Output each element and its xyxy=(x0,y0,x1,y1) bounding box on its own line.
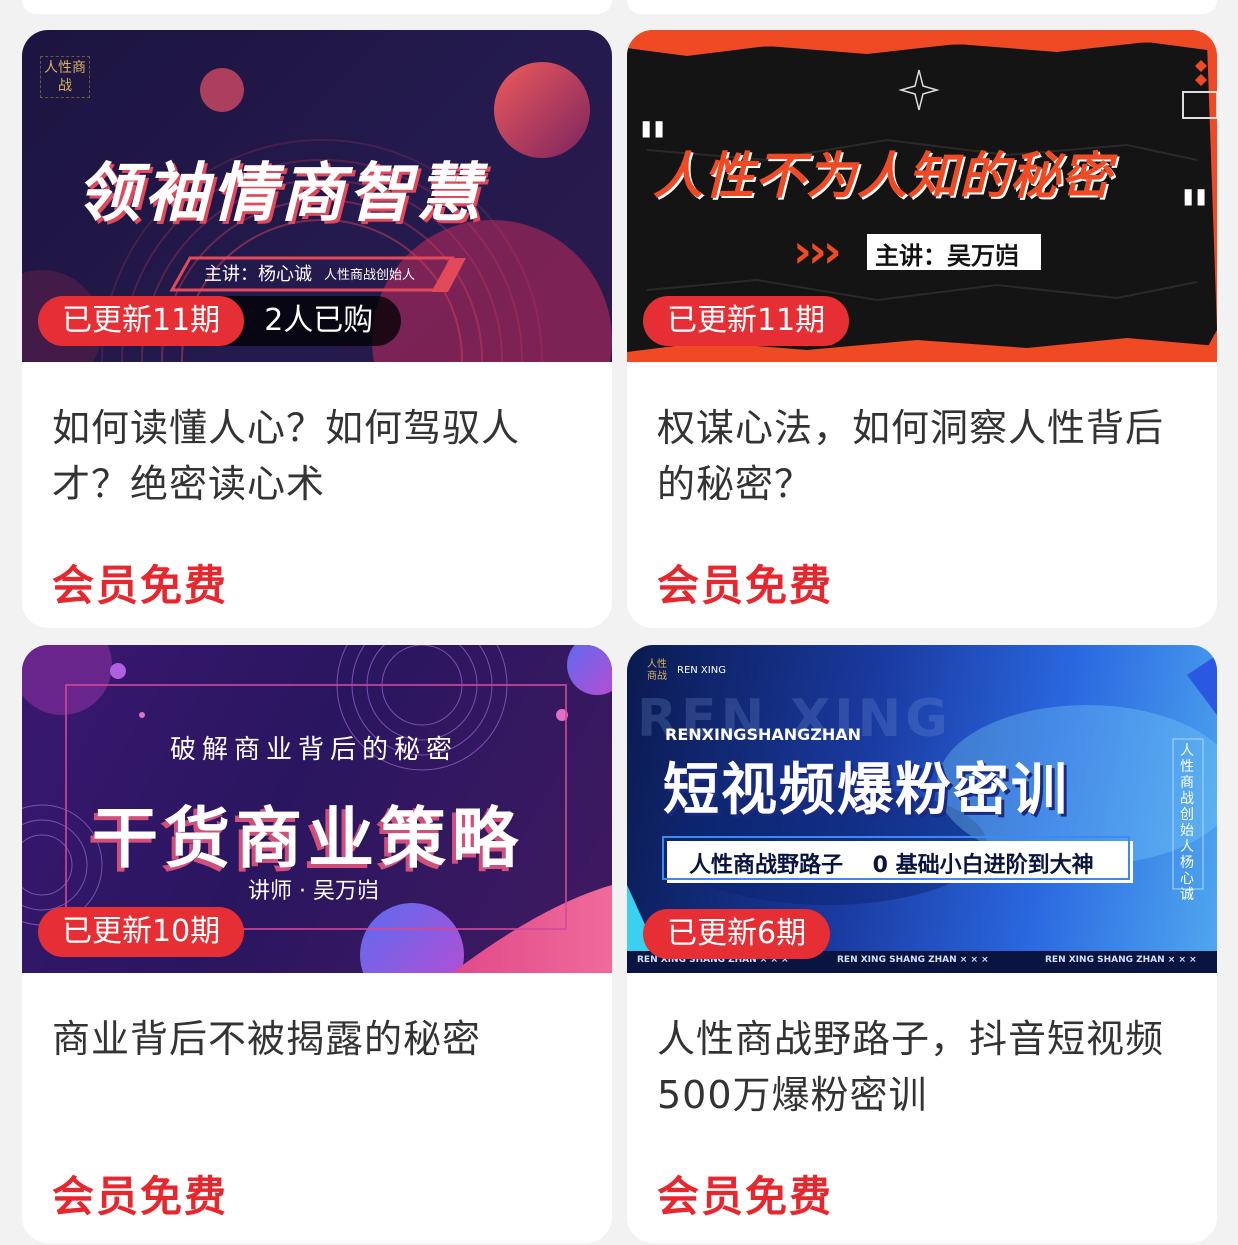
course-title[interactable]: 如何读懂人心？如何驾驭人才？绝密读心术 xyxy=(52,400,582,512)
previous-card-right-edge xyxy=(627,0,1217,14)
course-card[interactable]: 破解商业背后的秘密 干货商业策略 讲师 · 吴万岿 已更新10期 商业背后不被揭… xyxy=(22,645,612,1243)
course-thumbnail[interactable]: 人性商战 REN XING REN XING RENXINGSHANGZHAN … xyxy=(627,645,1217,973)
banner-headline: 短视频爆粉密训 xyxy=(663,758,1069,823)
update-count-badge: 已更新6期 xyxy=(643,909,831,959)
course-price: 会员免费 xyxy=(657,1172,834,1221)
badge-group: 已更新10期 xyxy=(38,907,245,957)
banner-host: 讲师 · 吴万岿 xyxy=(248,879,379,904)
banner-host-subtitle: 人性商战创始人 xyxy=(324,268,416,283)
banner-logo: 人性商战 xyxy=(647,659,667,682)
course-thumbnail[interactable]: 人性商战 领袖情商智慧 主讲：杨心诚 人性商战创始人 已更新11期 2人已购 xyxy=(22,30,612,362)
banner-pinyin: RENXINGSHANGZHAN xyxy=(665,725,862,744)
banner-headline: 干货商业策略 xyxy=(92,800,524,877)
course-title[interactable]: 人性商战野路子，抖音短视频500万爆粉密训 xyxy=(657,1011,1187,1123)
course-card[interactable]: " 人性不为人知的秘密 " ››› 主讲：吴万岿 已更新11期 权谋心法，如何洞… xyxy=(627,30,1217,628)
banner-host: 主讲：杨心诚 xyxy=(204,264,312,285)
chevron-icon: ››› xyxy=(793,224,842,278)
badge-group: 已更新6期 xyxy=(643,909,831,959)
banner-headline: 领袖情商智慧 xyxy=(76,157,484,231)
course-thumbnail[interactable]: " 人性不为人知的秘密 " ››› 主讲：吴万岿 已更新11期 xyxy=(627,30,1217,362)
course-card[interactable]: 人性商战 领袖情商智慧 主讲：杨心诚 人性商战创始人 已更新11期 2人已购 如… xyxy=(22,30,612,628)
banner-footer-3: REN XING SHANG ZHAN × × × xyxy=(1045,955,1197,965)
course-thumbnail[interactable]: 破解商业背后的秘密 干货商业策略 讲师 · 吴万岿 已更新10期 xyxy=(22,645,612,973)
update-count-badge: 已更新11期 xyxy=(643,296,850,346)
banner-quote-close: " xyxy=(1179,178,1211,248)
banner-footer-2: REN XING SHANG ZHAN × × × xyxy=(837,955,989,965)
banner-subtitle: 破解商业背后的秘密 xyxy=(170,735,459,765)
course-card[interactable]: 人性商战 REN XING REN XING RENXINGSHANGZHAN … xyxy=(627,645,1217,1243)
banner-headline: 人性不为人知的秘密 xyxy=(653,147,1112,205)
banner-logo: 人性商战 xyxy=(40,56,90,98)
update-count-badge: 已更新11期 xyxy=(38,296,245,346)
banner-side-text: 人性商战创始人 杨心诚 xyxy=(1180,743,1194,903)
banner-host: 主讲：吴万岿 xyxy=(875,242,1019,270)
course-price: 会员免费 xyxy=(52,561,229,610)
course-price: 会员免费 xyxy=(657,561,834,610)
update-count-badge: 已更新10期 xyxy=(38,907,245,957)
banner-strip-text: 人性商战野路子 0 基础小白进阶到大神 xyxy=(689,853,1094,878)
course-title[interactable]: 权谋心法，如何洞察人性背后的秘密？ xyxy=(657,400,1187,512)
banner-brand-small: REN XING xyxy=(677,665,726,676)
course-title[interactable]: 商业背后不被揭露的秘密 xyxy=(52,1011,582,1123)
badge-group: 已更新11期 xyxy=(643,296,850,346)
course-price: 会员免费 xyxy=(52,1172,229,1221)
purchase-count-badge: 2人已购 xyxy=(218,296,402,346)
previous-card-left-edge xyxy=(22,0,612,14)
badge-group: 已更新11期 2人已购 xyxy=(38,296,402,346)
